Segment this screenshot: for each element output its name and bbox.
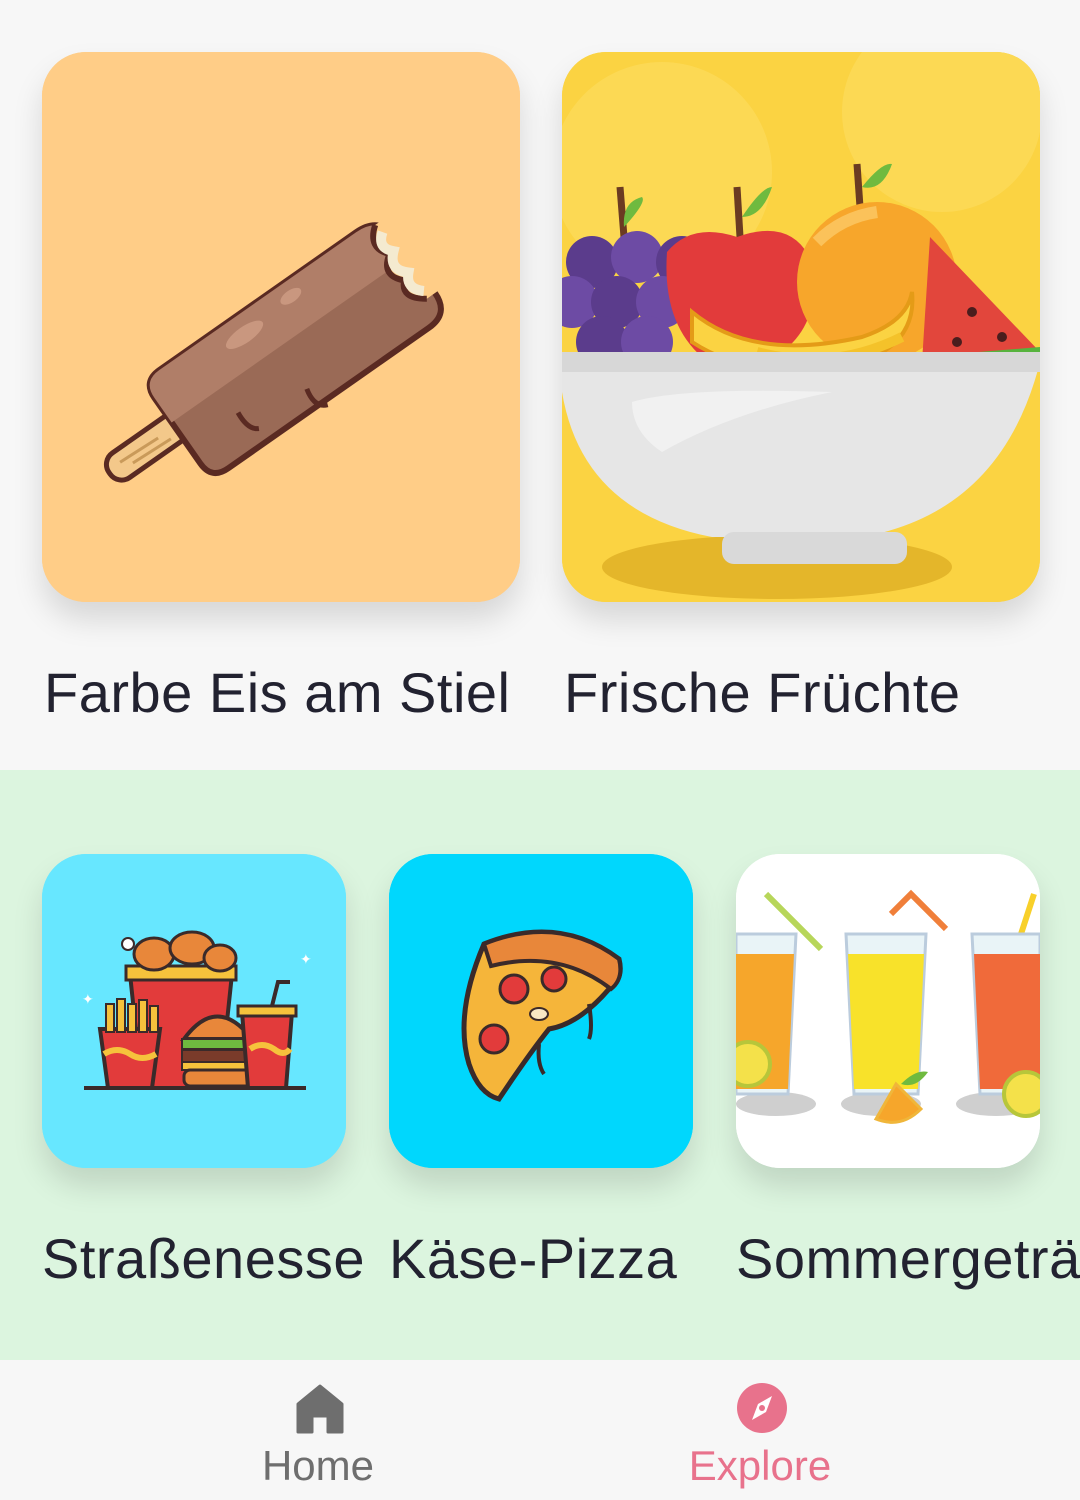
- compass-icon: [737, 1383, 787, 1433]
- summer-drinks-card[interactable]: [736, 854, 1040, 1168]
- street-food-illustration: ✦ ✦: [42, 854, 346, 1168]
- pizza-label[interactable]: Käse-Pizza: [389, 1226, 677, 1291]
- summer-drinks-illustration: [736, 854, 1040, 1168]
- svg-text:✦: ✦: [82, 991, 94, 1007]
- pizza-card[interactable]: [389, 854, 693, 1168]
- home-icon: [296, 1384, 344, 1434]
- featured-section: Farbe Eis am Stiel Frische Früchte: [0, 0, 1080, 770]
- summer-drinks-label[interactable]: Sommergeträ: [736, 1226, 1080, 1291]
- bottom-navigation: Home Explore: [0, 1360, 1080, 1500]
- nav-explore[interactable]: Explore: [650, 1360, 870, 1500]
- nav-home[interactable]: Home: [208, 1360, 428, 1500]
- popsicle-illustration: [42, 52, 520, 602]
- pizza-illustration: [389, 854, 693, 1168]
- popsicle-card[interactable]: [42, 52, 520, 602]
- category-section: ✦ ✦ Straßenesse Käse-Pizza Sommergeträ: [0, 770, 1080, 1360]
- nav-explore-label: Explore: [688, 1442, 832, 1489]
- popsicle-label[interactable]: Farbe Eis am Stiel: [44, 660, 511, 725]
- nav-home-label: Home: [261, 1442, 375, 1489]
- street-food-card[interactable]: ✦ ✦: [42, 854, 346, 1168]
- street-food-label[interactable]: Straßenesse: [42, 1226, 365, 1291]
- svg-text:✦: ✦: [300, 951, 312, 967]
- fruit-bowl-illustration: [562, 52, 1040, 602]
- fruit-bowl-card[interactable]: [562, 52, 1040, 602]
- fruit-label[interactable]: Frische Früchte: [564, 660, 961, 725]
